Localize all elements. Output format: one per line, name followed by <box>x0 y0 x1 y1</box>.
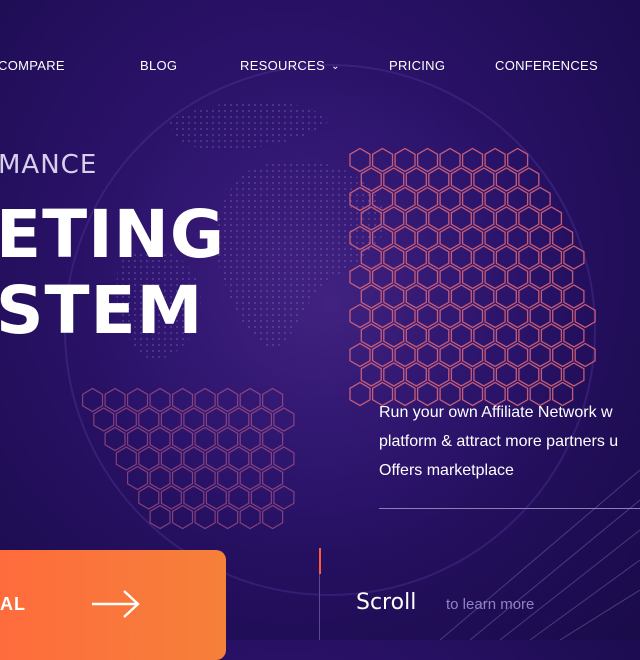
chevron-down-icon: ⌄ <box>331 61 340 72</box>
nav-blog[interactable]: BLOG <box>140 58 177 73</box>
nav-resources-label: RESOURCES <box>240 58 326 73</box>
cta-button[interactable]: AL <box>0 550 226 660</box>
scroll-sublabel: to learn more <box>446 596 535 613</box>
description-line-2: platform & attract more partners u <box>379 433 619 450</box>
scroll-divider-accent <box>319 548 321 574</box>
hero-kicker: MANCE <box>0 150 98 180</box>
nav-pricing[interactable]: PRICING <box>389 58 445 73</box>
top-navigation: COMPARE BLOG RESOURCES ⌄ PRICING CONFEREN… <box>0 58 640 78</box>
hero-title-line-2: STEM <box>0 272 204 349</box>
nav-resources[interactable]: RESOURCES ⌄ <box>240 58 340 73</box>
arrow-right-icon <box>92 590 140 618</box>
cta-label: AL <box>0 594 26 614</box>
nav-conferences[interactable]: CONFERENCES <box>495 58 598 73</box>
description-line-1: Run your own Affiliate Network w <box>379 404 613 421</box>
nav-compare[interactable]: COMPARE <box>0 58 65 73</box>
hero-description: Run your own Affiliate Network w platfor… <box>379 398 640 485</box>
scroll-label[interactable]: Scroll <box>356 590 416 615</box>
description-divider <box>379 508 640 509</box>
description-line-3: Offers marketplace <box>379 462 514 479</box>
hero-title-line-1: ETING <box>0 196 226 273</box>
